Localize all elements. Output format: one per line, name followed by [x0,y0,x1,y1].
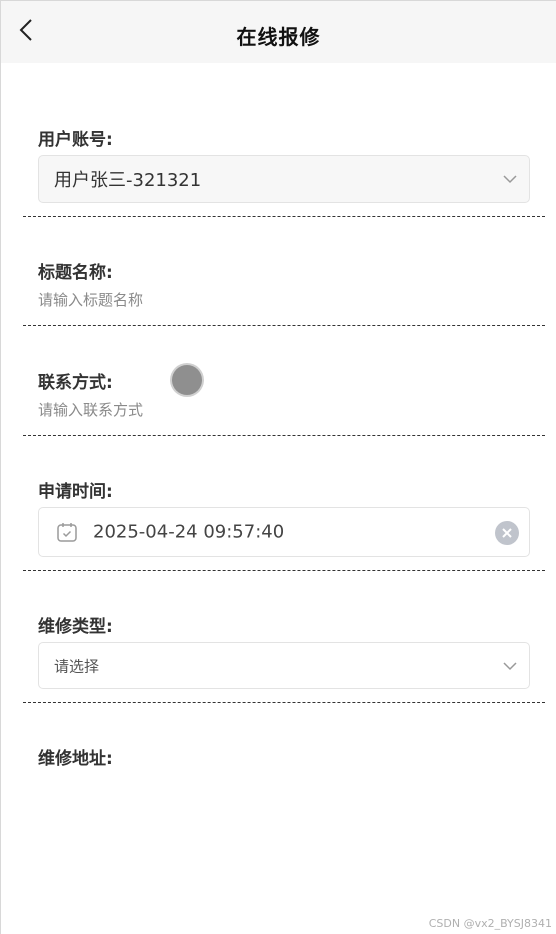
app-frame: 在线报修 用户账号: 用户张三-321321 标题名称: 请输入标题名称 联系方… [0,0,556,934]
repair-type-placeholder: 请选择 [54,657,100,675]
watermark: CSDN @vx2_BYSJ8341 [428,917,552,930]
user-account-select[interactable]: 用户张三-321321 [38,155,530,203]
contact-label: 联系方式: [38,373,113,393]
divider [23,216,545,217]
repair-type-select[interactable]: 请选择 [38,642,530,689]
clear-icon[interactable] [495,521,519,545]
divider [23,702,545,703]
calendar-icon [56,521,78,543]
apply-time-value: 2025-04-24 09:57:40 [93,521,285,543]
divider [23,435,545,436]
chevron-down-icon [501,657,519,675]
chevron-down-icon [501,170,519,188]
user-account-label: 用户账号: [38,130,113,150]
apply-time-label: 申请时间: [38,482,113,502]
title-name-label: 标题名称: [38,263,113,283]
nav-bar: 在线报修 [1,1,556,63]
apply-time-picker[interactable]: 2025-04-24 09:57:40 [38,507,530,557]
title-name-input[interactable]: 请输入标题名称 [38,289,143,310]
repair-type-label: 维修类型: [38,617,113,637]
page-title: 在线报修 [236,25,321,49]
divider [23,570,545,571]
user-account-value: 用户张三-321321 [54,170,202,191]
divider [23,325,545,326]
repair-address-label: 维修地址: [38,749,113,769]
floating-dot[interactable] [172,365,202,395]
contact-input[interactable]: 请输入联系方式 [38,399,143,420]
